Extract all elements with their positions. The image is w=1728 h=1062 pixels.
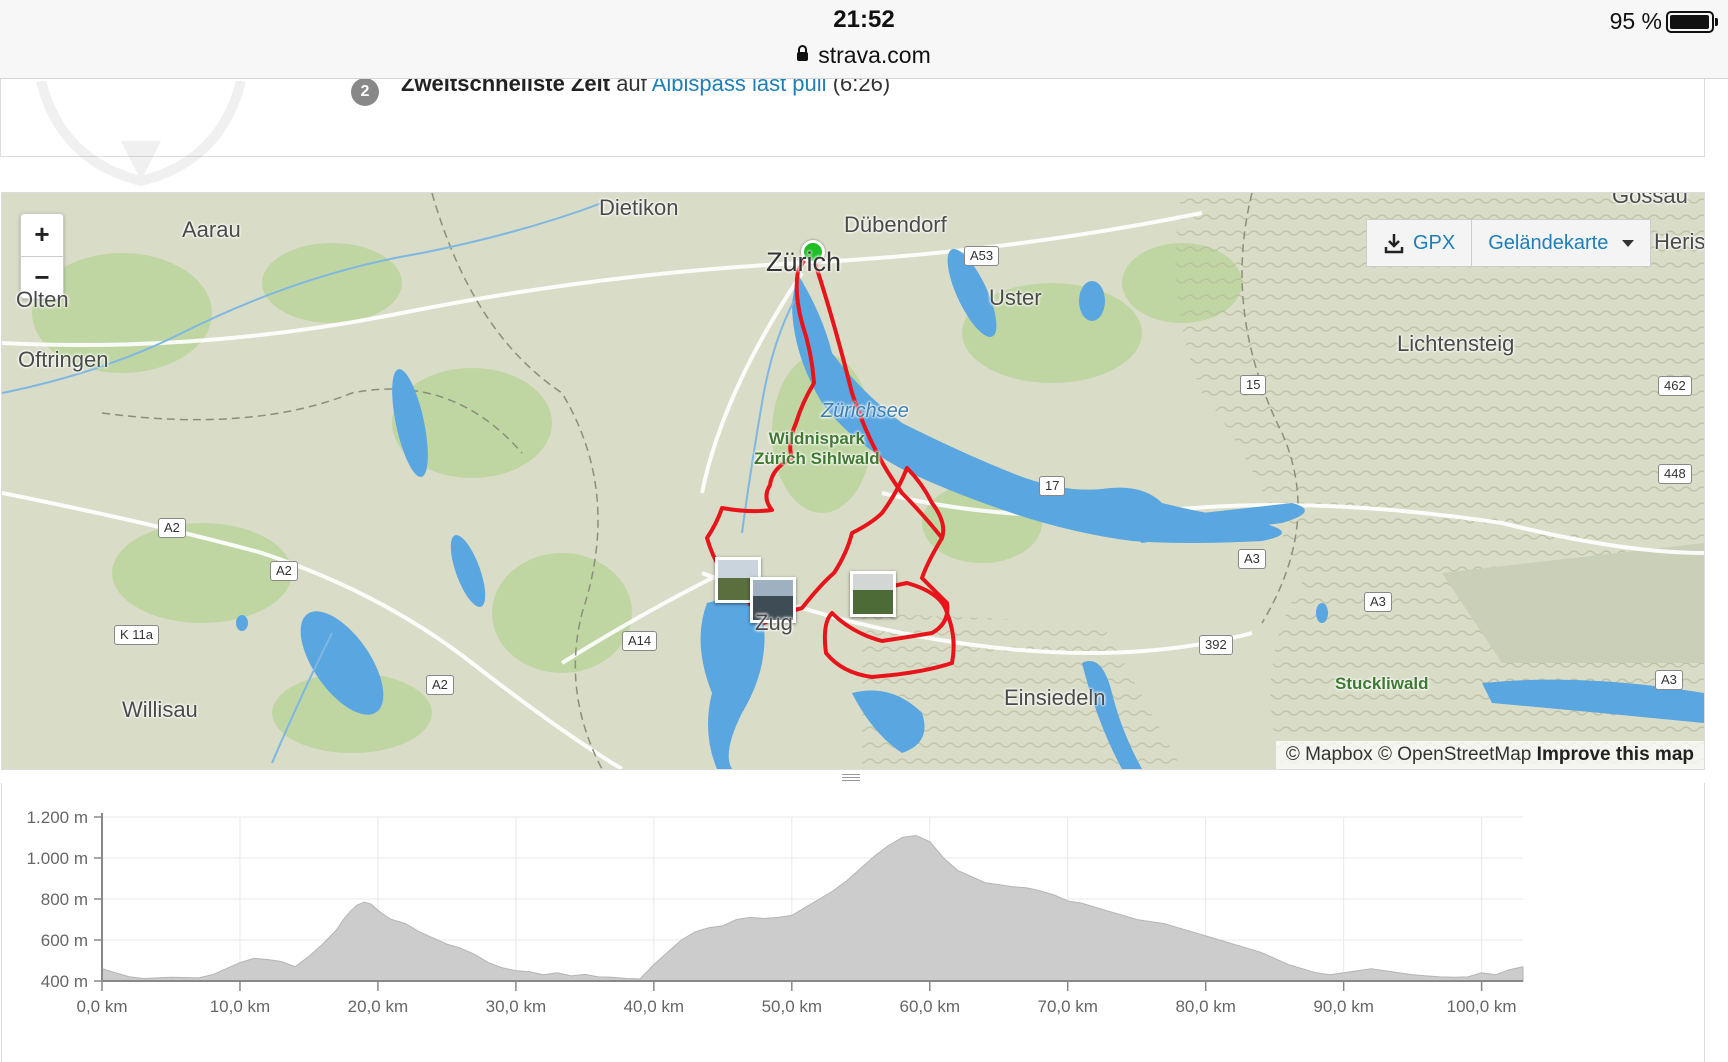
gpx-label: GPX xyxy=(1413,231,1456,254)
road-shield: 15 xyxy=(1240,375,1267,395)
place-label: Dietikon xyxy=(599,195,679,220)
url-text: strava.com xyxy=(818,42,931,68)
resize-handle[interactable] xyxy=(842,772,860,782)
y-tick-label: 400 m xyxy=(41,972,88,991)
place-label: Olten xyxy=(16,287,69,312)
status-time: 21:52 xyxy=(833,6,895,33)
improve-map-link[interactable]: Improve this map xyxy=(1537,744,1694,765)
y-tick-label: 1.000 m xyxy=(27,849,88,868)
road-shield: A2 xyxy=(426,675,454,695)
elevation-svg: 400 m 600 m 800 m 1.000 m 1.200 m 0,0 km 10,0 … xyxy=(27,808,1524,1016)
road-shield: A53 xyxy=(964,246,1000,266)
place-label: Zug xyxy=(755,610,793,635)
elevation-area xyxy=(101,834,1524,982)
place-label: Oftringen xyxy=(18,347,109,372)
place-label: Lichtensteig xyxy=(1397,331,1515,356)
map-type-label: Geländekarte xyxy=(1488,231,1609,254)
road-shield: A3 xyxy=(1238,549,1266,569)
map-controls: GPX Geländekarte xyxy=(1366,219,1652,267)
x-tick-label: 60,0 km xyxy=(900,997,960,1016)
road-shield: A3 xyxy=(1655,670,1683,690)
place-label: Willisau xyxy=(122,697,198,722)
rank-badge: 2 xyxy=(351,78,379,106)
y-tick-label: 1.200 m xyxy=(27,808,88,827)
place-label: Uster xyxy=(989,285,1042,310)
download-icon xyxy=(1384,234,1404,254)
x-tick-label: 90,0 km xyxy=(1313,997,1373,1016)
x-tick-label: 10,0 km xyxy=(210,997,270,1016)
place-label: Dübendorf xyxy=(844,212,947,237)
map-attribution: © Mapbox © OpenStreetMap Improve this ma… xyxy=(1275,741,1704,769)
x-tick-label: 0,0 km xyxy=(76,997,127,1016)
lake-label: Zürichsee xyxy=(821,400,909,422)
y-tick-label: 600 m xyxy=(41,931,88,950)
x-tick-label: 70,0 km xyxy=(1037,997,1097,1016)
x-tick-label: 30,0 km xyxy=(486,997,546,1016)
mapbox-link[interactable]: © Mapbox xyxy=(1286,744,1373,765)
map-terrain xyxy=(2,193,1704,769)
address-bar[interactable]: strava.com xyxy=(0,42,1728,69)
x-tick-label: 80,0 km xyxy=(1175,997,1235,1016)
browser-top-bar: 21:52 strava.com 95 % xyxy=(0,0,1728,79)
place-label: Herisa xyxy=(1654,229,1705,254)
road-shield: 392 xyxy=(1199,635,1233,655)
place-label: Stuckliwald xyxy=(1335,674,1429,693)
road-shield: A2 xyxy=(158,518,186,538)
road-shield: A14 xyxy=(622,631,658,651)
road-shield: 448 xyxy=(1658,464,1692,484)
x-tick-label: 100,0 km xyxy=(1447,997,1517,1016)
caret-down-icon xyxy=(1622,239,1635,247)
route-map[interactable]: + − Dietikon Aarau Dübendorf Zürich Goss… xyxy=(1,192,1705,770)
x-tick-label: 20,0 km xyxy=(348,997,408,1016)
road-shield: 462 xyxy=(1658,376,1692,396)
laurel-icon xyxy=(36,81,246,187)
place-label: Gossau xyxy=(1612,192,1688,208)
road-shield: K 11a xyxy=(114,625,160,645)
osm-link[interactable]: © OpenStreetMap xyxy=(1378,744,1531,765)
battery-icon xyxy=(1666,11,1718,33)
place-label: Einsiedeln xyxy=(1004,685,1106,710)
map-type-dropdown[interactable]: Geländekarte xyxy=(1472,219,1652,267)
road-shield: A2 xyxy=(270,561,298,581)
road-shield: 17 xyxy=(1039,476,1066,496)
place-label: Zürich xyxy=(766,247,842,277)
battery-percentage: 95 % xyxy=(1609,8,1662,34)
gpx-download-button[interactable]: GPX xyxy=(1366,219,1473,267)
park-label: Wildnispark Zürich Sihlwald xyxy=(754,429,880,468)
x-tick-label: 40,0 km xyxy=(624,997,684,1016)
x-tick-label: 50,0 km xyxy=(762,997,822,1016)
elevation-chart[interactable]: 400 m 600 m 800 m 1.000 m 1.200 m 0,0 km 10,0 … xyxy=(1,783,1705,1062)
place-label: Aarau xyxy=(182,217,241,242)
photo-thumbnail[interactable] xyxy=(850,571,896,617)
y-tick-label: 800 m xyxy=(41,890,88,909)
lock-icon xyxy=(797,45,809,61)
road-shield: A3 xyxy=(1364,592,1392,612)
zoom-in-button[interactable]: + xyxy=(21,214,63,257)
